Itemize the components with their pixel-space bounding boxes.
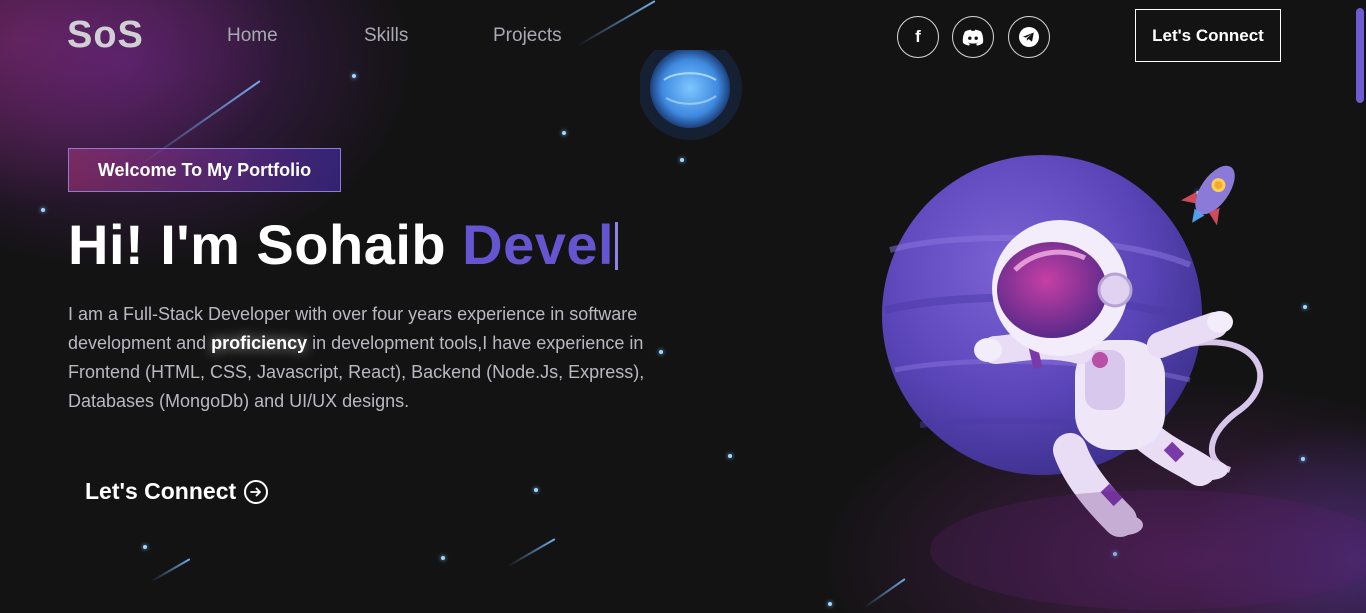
star — [441, 556, 445, 560]
star — [352, 74, 356, 78]
nav-link-home[interactable]: Home — [227, 25, 278, 47]
welcome-badge: Welcome To My Portfolio — [68, 148, 341, 192]
greeting-text: Hi! I'm Sohaib — [68, 213, 463, 276]
star — [562, 131, 566, 135]
site-logo[interactable]: SoS — [67, 14, 144, 57]
intro-paragraph: I am a Full-Stack Developer with over fo… — [68, 300, 708, 416]
nav-link-skills[interactable]: Skills — [364, 25, 408, 47]
intro-highlight: proficiency — [211, 333, 308, 353]
typed-role-text: Devel — [462, 213, 615, 276]
discord-icon — [962, 29, 984, 46]
small-planet — [640, 50, 742, 140]
shooting-star — [150, 558, 191, 583]
star — [534, 488, 538, 492]
star — [143, 545, 147, 549]
cta-label: Let's Connect — [85, 478, 237, 504]
rocket — [1180, 165, 1235, 226]
shooting-star — [506, 538, 556, 568]
facebook-icon: f — [915, 27, 921, 46]
lets-connect-cta[interactable]: Let's Connect — [85, 478, 269, 505]
nav-link-projects[interactable]: Projects — [493, 25, 562, 47]
star — [41, 208, 45, 212]
astronaut-illustration — [640, 50, 1366, 610]
hero-headline: Hi! I'm Sohaib Devel — [68, 212, 619, 277]
arrow-right-circle-icon — [244, 479, 269, 504]
telegram-icon — [1019, 27, 1039, 47]
typing-cursor — [615, 222, 619, 270]
